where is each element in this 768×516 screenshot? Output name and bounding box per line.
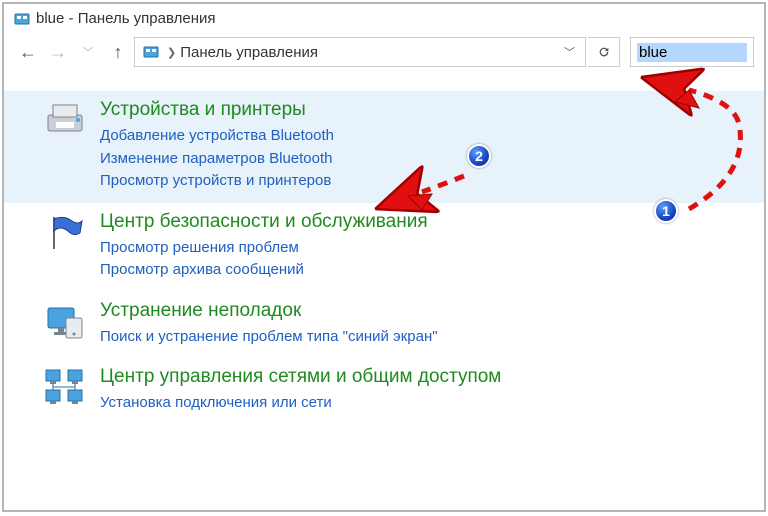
forward-button[interactable]: →	[44, 38, 72, 66]
result-item-network[interactable]: Центр управления сетями и общим доступом…	[4, 358, 764, 425]
result-link[interactable]: Изменение параметров Bluetooth	[100, 148, 748, 171]
network-icon	[44, 366, 86, 408]
devices-printers-icon	[44, 99, 86, 141]
result-link[interactable]: Просмотр устройств и принтеров	[100, 170, 748, 193]
result-title[interactable]: Устройства и принтеры	[100, 99, 748, 121]
address-bar[interactable]: ❯ Панель управления ﹀	[134, 37, 586, 67]
result-link[interactable]: Поиск и устранение проблем типа "синий э…	[100, 326, 748, 349]
result-item-security[interactable]: Центр безопасности и обслуживания Просмо…	[4, 203, 764, 292]
search-input[interactable]	[637, 43, 747, 62]
up-button[interactable]: ↑	[104, 38, 132, 66]
search-box[interactable]	[630, 37, 754, 67]
result-item-devices[interactable]: Устройства и принтеры Добавление устройс…	[4, 91, 764, 203]
result-link[interactable]: Просмотр решения проблем	[100, 237, 748, 260]
troubleshoot-icon	[44, 300, 86, 342]
breadcrumb-text[interactable]: Панель управления	[180, 44, 318, 61]
control-panel-icon	[143, 44, 159, 60]
result-title[interactable]: Центр управления сетями и общим доступом	[100, 366, 748, 388]
recent-dropdown[interactable]: ﹀	[74, 38, 102, 66]
result-item-troubleshoot[interactable]: Устранение неполадок Поиск и устранение …	[4, 292, 764, 359]
annotation-badge-2: 2	[467, 144, 491, 168]
back-button[interactable]: ←	[14, 38, 42, 66]
annotation-badge-1: 1	[654, 199, 678, 223]
result-link[interactable]: Установка подключения или сети	[100, 392, 748, 415]
result-title[interactable]: Центр безопасности и обслуживания	[100, 211, 748, 233]
control-panel-icon	[14, 11, 30, 27]
chevron-down-icon[interactable]: ﹀	[558, 44, 581, 60]
window-titlebar: blue - Панель управления	[4, 4, 764, 31]
window-title: blue - Панель управления	[36, 10, 216, 27]
chevron-right-icon: ❯	[167, 46, 176, 59]
security-flag-icon	[44, 211, 86, 253]
result-link[interactable]: Добавление устройства Bluetooth	[100, 125, 748, 148]
navigation-bar: ← → ﹀ ↑ ❯ Панель управления ﹀	[4, 31, 764, 73]
result-link[interactable]: Просмотр архива сообщений	[100, 259, 748, 282]
refresh-button[interactable]	[588, 37, 620, 67]
results-list: Устройства и принтеры Добавление устройс…	[4, 73, 764, 425]
result-title[interactable]: Устранение неполадок	[100, 300, 748, 322]
